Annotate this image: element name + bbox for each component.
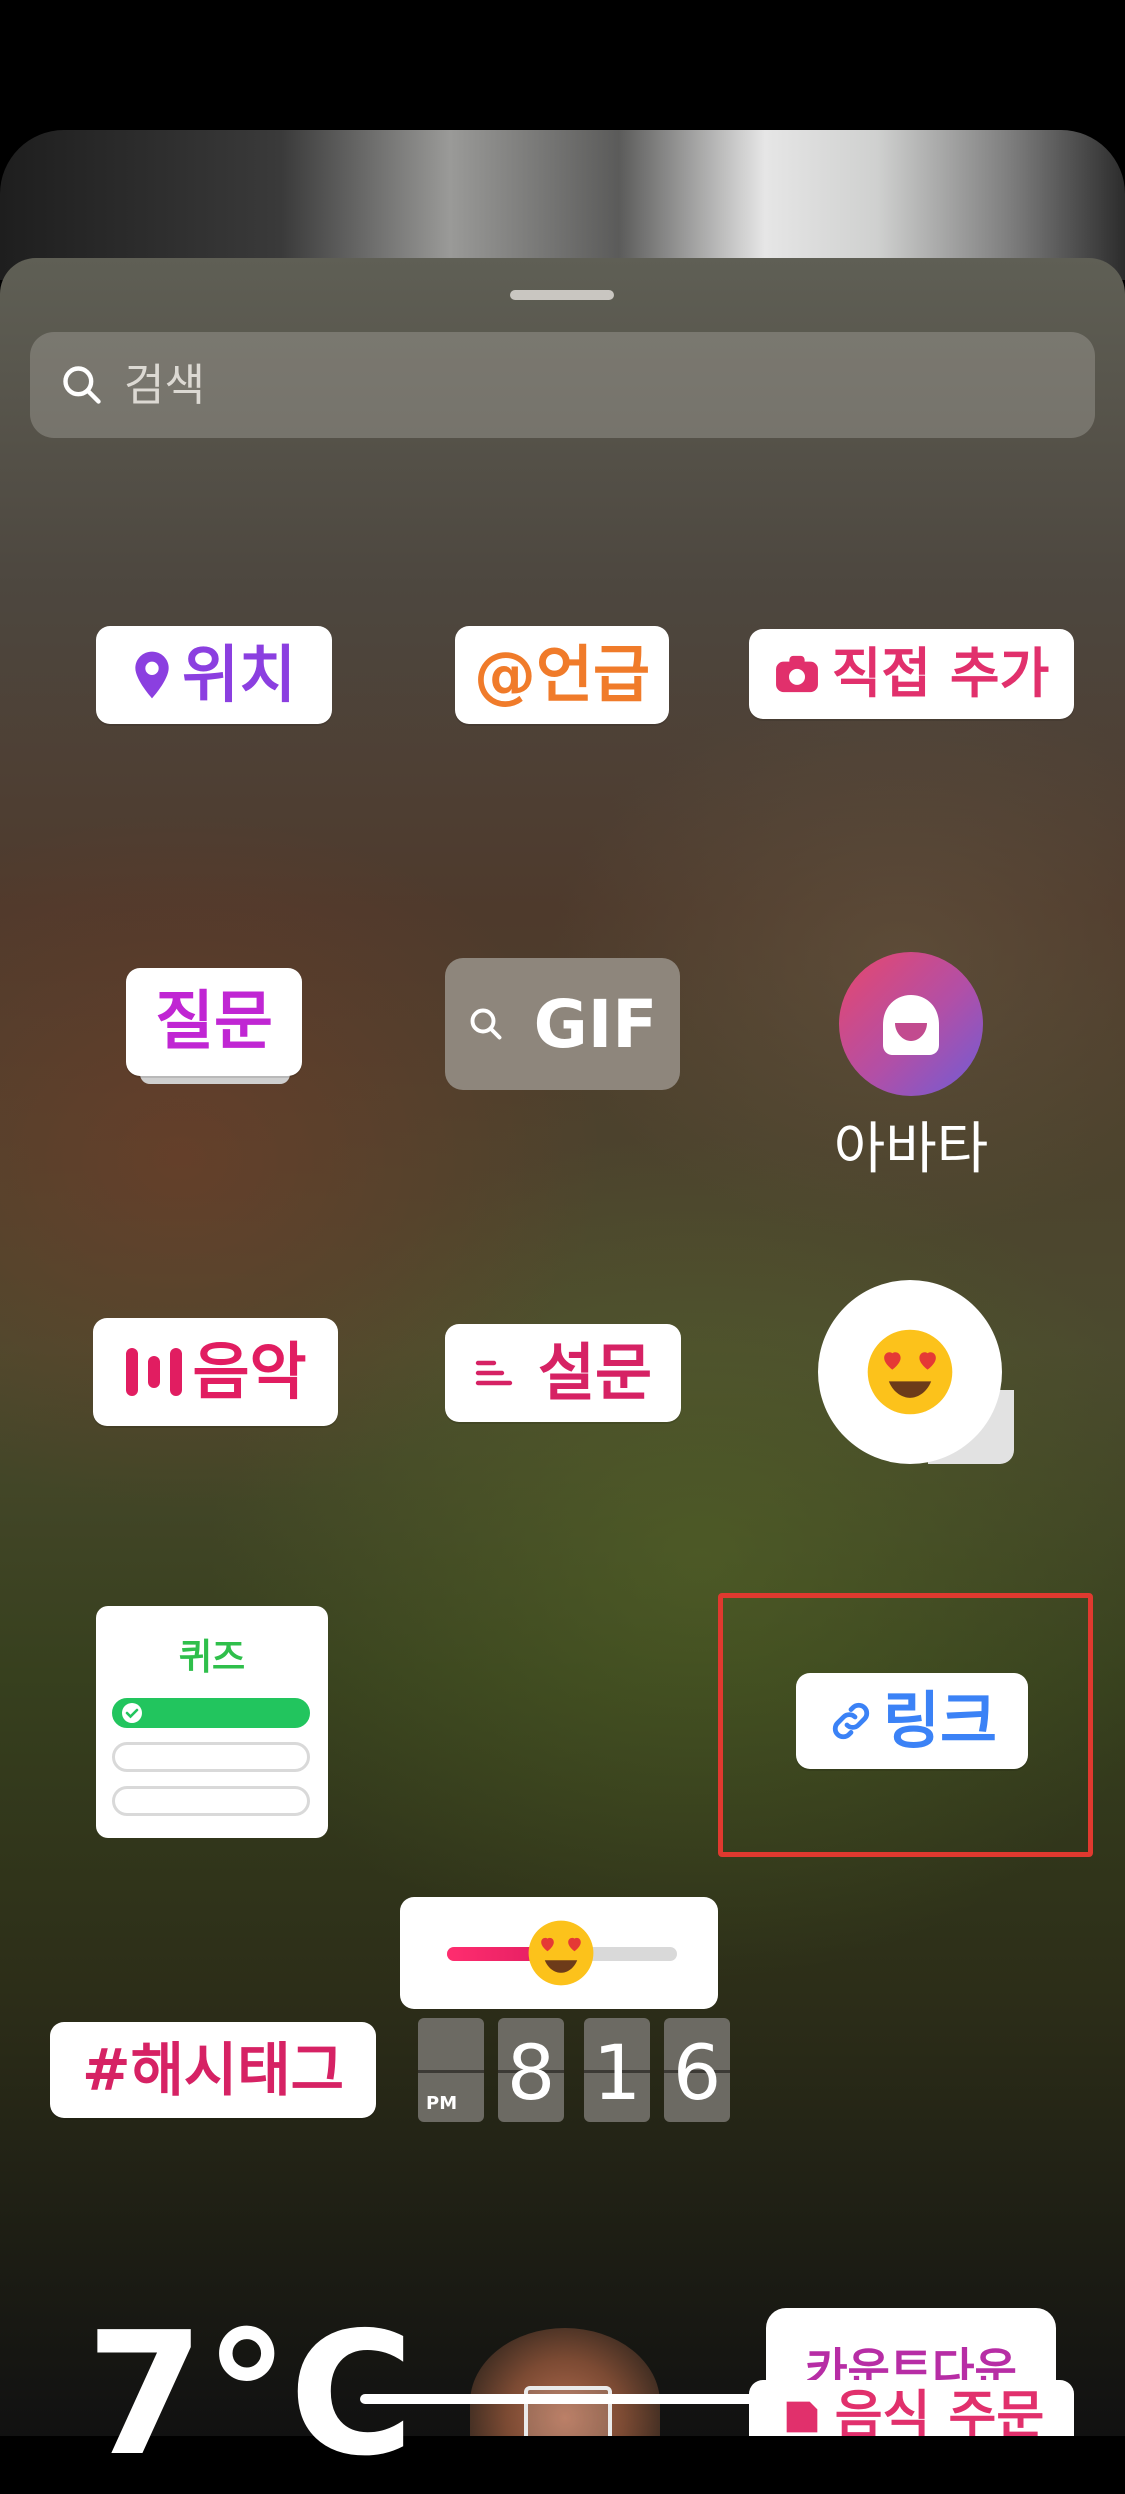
mention-sticker[interactable]: @ 언급 xyxy=(455,626,669,724)
heart-eyes-emoji-icon xyxy=(867,1329,953,1415)
heart-eyes-emoji-icon xyxy=(528,1920,594,1986)
quiz-label: 퀴즈 xyxy=(178,1637,246,1678)
mention-label: 언급 xyxy=(535,638,651,711)
poll-label: 설문 xyxy=(537,1336,653,1409)
avatar-icon xyxy=(839,952,983,1096)
drag-handle[interactable] xyxy=(510,290,614,300)
quiz-option xyxy=(112,1742,310,1772)
sticker-tray: 위치 @ 언급 직접 추가 질문 GIF xyxy=(0,258,1125,2436)
hashtag-label: #해시태그 xyxy=(81,2036,345,2104)
food-photo-sticker[interactable] xyxy=(470,2328,660,2436)
link-sticker-highlight xyxy=(718,1593,1093,1857)
search-bar[interactable] xyxy=(30,332,1095,438)
quiz-option-selected xyxy=(112,1698,310,1728)
time-sticker[interactable]: PM 8 1 6 xyxy=(418,2018,730,2122)
avatar-sticker[interactable]: 아바타 xyxy=(819,952,1003,1185)
questions-label: 질문 xyxy=(155,985,273,1059)
avatar-label: 아바타 xyxy=(833,1117,989,1182)
search-icon xyxy=(470,1008,502,1040)
emoji-slider-reaction-sticker[interactable] xyxy=(818,1280,1018,1476)
time-ampm: PM xyxy=(426,2093,458,2114)
gif-label: GIF xyxy=(533,985,658,1063)
check-icon xyxy=(122,1703,142,1723)
add-yours-sticker[interactable]: 직접 추가 xyxy=(749,629,1074,719)
quiz-sticker[interactable]: 퀴즈 xyxy=(96,1606,328,1838)
food-order-label: 음식 주문 xyxy=(834,2386,1045,2436)
search-input[interactable] xyxy=(122,358,1026,412)
time-hour-tile: 8 xyxy=(498,2018,564,2122)
time-minute-ones: 6 xyxy=(672,2028,722,2117)
poll-lines-icon xyxy=(475,1360,513,1386)
gif-sticker[interactable]: GIF xyxy=(445,958,680,1090)
music-bars-icon xyxy=(126,1348,183,1396)
poll-sticker[interactable]: 설문 xyxy=(445,1324,681,1422)
time-minute-ones-tile: 6 xyxy=(664,2018,730,2122)
home-indicator xyxy=(360,2394,760,2404)
location-sticker[interactable]: 위치 xyxy=(96,626,332,724)
search-icon xyxy=(63,366,101,404)
music-sticker[interactable]: 음악 xyxy=(93,1318,338,1426)
emoji-slider-sticker[interactable] xyxy=(400,1897,718,2009)
camera-icon xyxy=(775,655,818,693)
questions-sticker[interactable]: 질문 xyxy=(126,968,302,1118)
food-order-sticker[interactable]: 음식 주문 xyxy=(749,2380,1074,2436)
quiz-option xyxy=(112,1786,310,1816)
location-label: 위치 xyxy=(181,638,297,711)
food-order-icon xyxy=(786,2401,818,2433)
mention-at-icon: @ xyxy=(473,638,536,711)
time-minute-tens: 1 xyxy=(592,2028,642,2117)
hashtag-sticker[interactable]: #해시태그 xyxy=(50,2022,376,2118)
add-yours-label: 직접 추가 xyxy=(831,642,1050,705)
time-hour: 8 xyxy=(506,2028,556,2117)
time-minute-tens-tile: 1 xyxy=(584,2018,650,2122)
music-label: 음악 xyxy=(192,1335,307,1408)
location-pin-icon xyxy=(135,651,169,699)
time-ampm-tile: PM xyxy=(418,2018,484,2122)
